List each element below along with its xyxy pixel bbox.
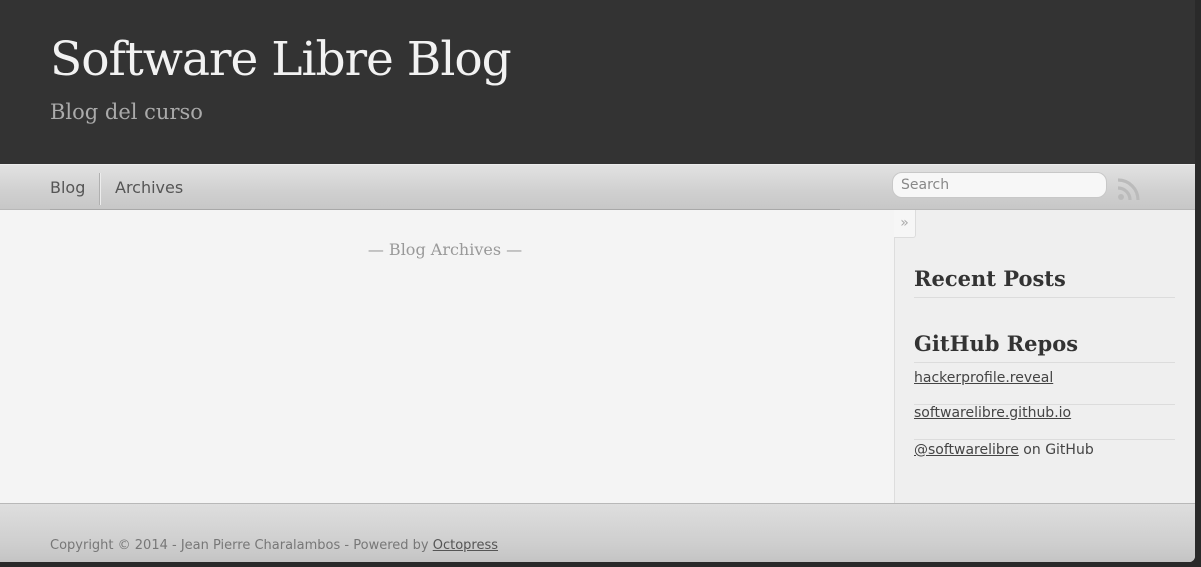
site-subtitle: Blog del curso <box>50 100 203 124</box>
sidebar-collapse-toggle[interactable]: » <box>894 210 916 238</box>
recent-posts-title: Recent Posts <box>914 266 1175 298</box>
site-title[interactable]: Software Libre Blog <box>50 34 512 86</box>
main-navigation: Blog Archives <box>0 164 1195 210</box>
github-profile-suffix: on GitHub <box>1018 442 1094 458</box>
search-input[interactable] <box>892 172 1107 198</box>
main-content: — Blog Archives — <box>0 210 894 503</box>
octopress-link[interactable]: Octopress <box>433 538 498 553</box>
repo-link-softwarelibre-github-io[interactable]: softwarelibre.github.io <box>914 405 1071 421</box>
sidebar: » Recent Posts GitHub Repos hackerprofil… <box>894 210 1195 503</box>
repo-list-item: softwarelibre.github.io <box>914 405 1175 440</box>
footer-copyright-text: Copyright © 2014 - Jean Pierre Charalamb… <box>50 538 433 553</box>
repo-list-item: hackerprofile.reveal <box>914 370 1175 405</box>
nav-link-archives[interactable]: Archives <box>115 178 183 197</box>
github-repos-title: GitHub Repos <box>914 331 1175 363</box>
footer-copyright: Copyright © 2014 - Jean Pierre Charalamb… <box>50 538 498 553</box>
github-profile: @softwarelibre on GitHub <box>914 442 1094 458</box>
github-profile-link[interactable]: @softwarelibre <box>914 442 1019 458</box>
nav-link-blog[interactable]: Blog <box>50 178 85 197</box>
site-header: Software Libre Blog Blog del curso <box>0 0 1195 164</box>
nav-divider <box>99 173 101 205</box>
archives-heading: — Blog Archives — <box>367 240 523 259</box>
page: Software Libre Blog Blog del curso Blog … <box>0 0 1195 562</box>
site-footer: Copyright © 2014 - Jean Pierre Charalamb… <box>0 503 1195 562</box>
rss-icon[interactable] <box>1117 177 1141 201</box>
repo-link-hackerprofile-reveal[interactable]: hackerprofile.reveal <box>914 370 1053 386</box>
